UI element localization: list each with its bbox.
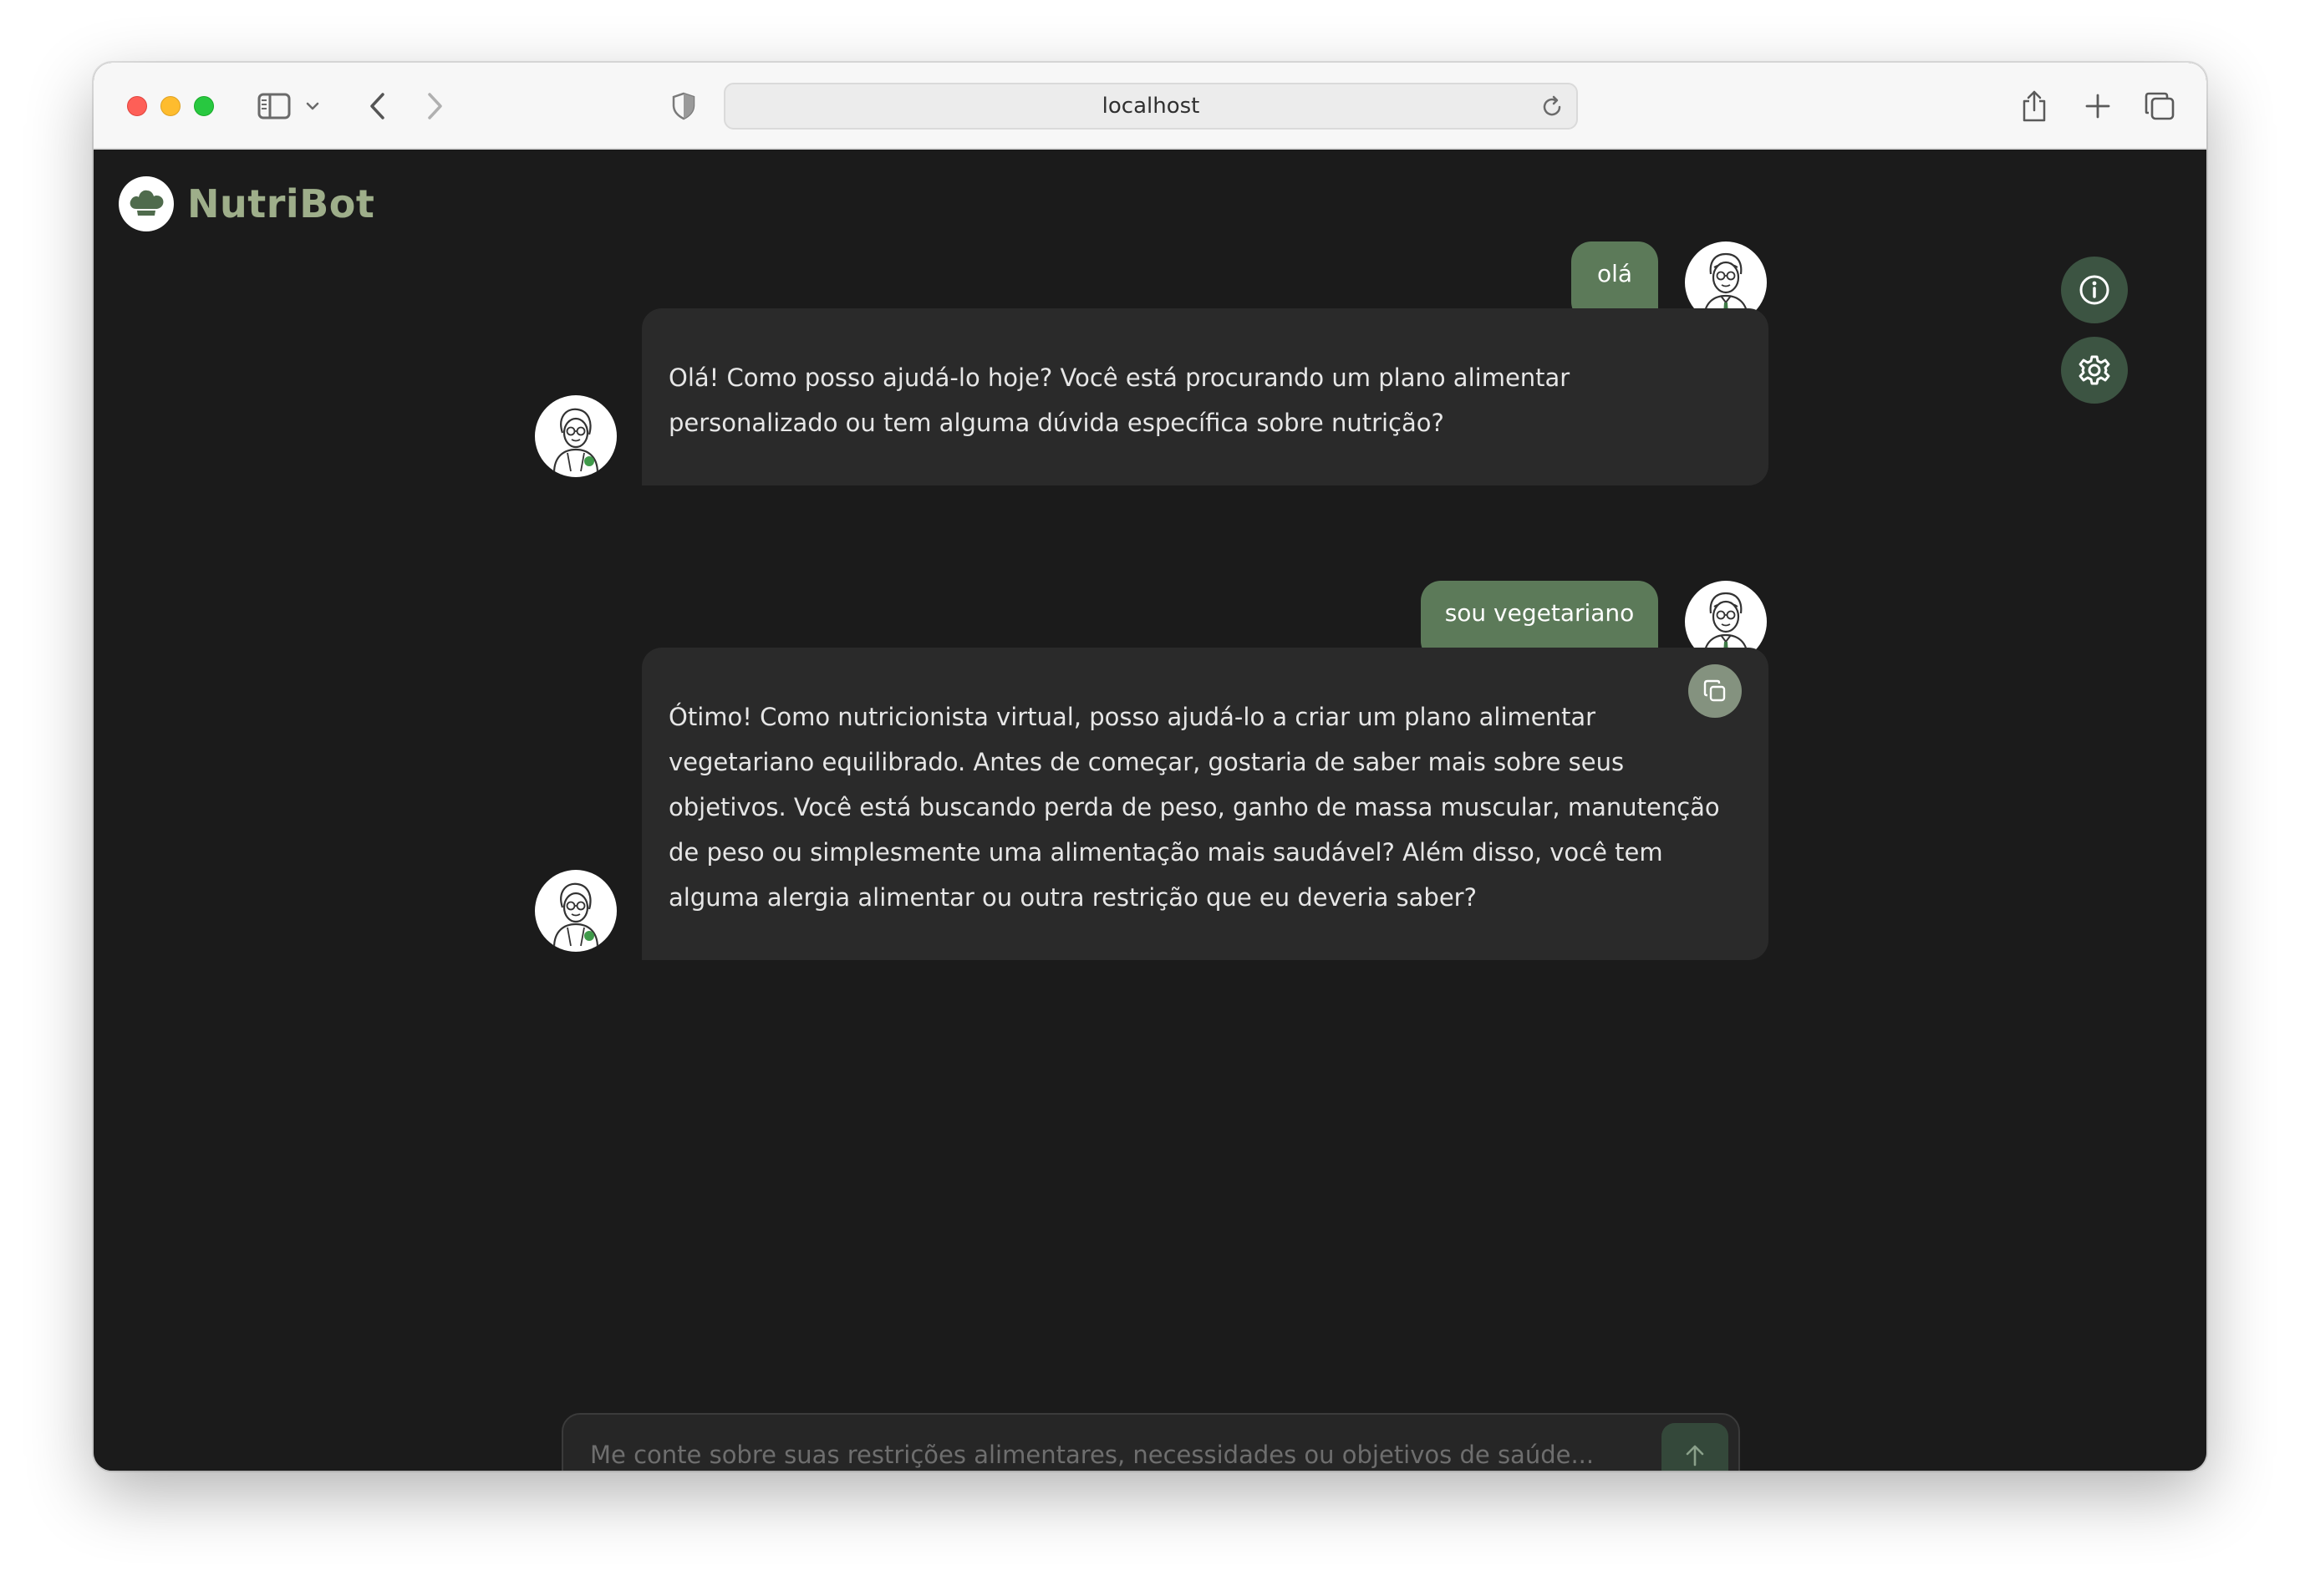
message-text: Ótimo! Como nutricionista virtual, posso… <box>669 703 1720 912</box>
chevron-down-icon[interactable] <box>301 88 324 125</box>
message-text: sou vegetariano <box>1444 599 1635 627</box>
forward-icon[interactable] <box>416 88 453 125</box>
bot-avatar <box>535 870 617 952</box>
bot-avatar <box>535 395 617 477</box>
address-bar[interactable]: localhost <box>724 83 1578 130</box>
copy-icon <box>1703 679 1726 702</box>
minimize-window-button[interactable] <box>160 96 181 116</box>
reload-icon[interactable] <box>1539 94 1565 119</box>
close-window-button[interactable] <box>127 96 147 116</box>
gear-icon <box>2079 355 2110 385</box>
browser-window: localhost NutriBot olá Olá! Como posso a… <box>94 63 2206 1471</box>
chat-app: NutriBot olá Olá! Como posso ajudá-lo ho… <box>94 150 2206 1471</box>
message-text: Olá! Como posso ajudá-lo hoje? Você está… <box>669 363 1570 437</box>
back-icon[interactable] <box>359 88 396 125</box>
settings-button[interactable] <box>2061 337 2128 404</box>
bot-message: Olá! Como posso ajudá-lo hoje? Você está… <box>642 308 1768 485</box>
info-icon <box>2079 275 2109 305</box>
app-header: NutriBot <box>119 176 374 231</box>
new-tab-icon[interactable] <box>2079 88 2116 125</box>
browser-toolbar: localhost <box>94 63 2206 150</box>
tab-overview-icon[interactable] <box>2141 88 2178 125</box>
app-name: NutriBot <box>187 181 375 226</box>
zoom-window-button[interactable] <box>194 96 214 116</box>
bot-message: Ótimo! Como nutricionista virtual, posso… <box>642 648 1768 960</box>
message-input[interactable] <box>590 1415 1651 1471</box>
address-url: localhost <box>1102 94 1200 119</box>
sidebar-toggle-icon[interactable] <box>256 88 293 125</box>
arrow-up-icon <box>1686 1445 1704 1466</box>
message-composer <box>562 1413 1740 1471</box>
share-icon[interactable] <box>2016 88 2053 125</box>
chef-hat-icon <box>119 176 174 231</box>
info-button[interactable] <box>2061 257 2128 323</box>
send-button[interactable] <box>1661 1423 1728 1471</box>
copy-button[interactable] <box>1688 664 1742 718</box>
message-text: olá <box>1596 260 1633 287</box>
privacy-shield-icon[interactable] <box>665 88 702 125</box>
